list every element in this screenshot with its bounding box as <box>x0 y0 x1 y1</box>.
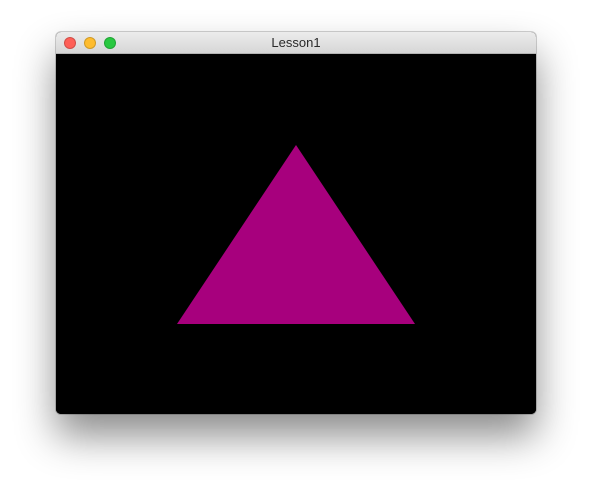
title-bar[interactable]: Lesson1 <box>56 32 536 54</box>
render-canvas[interactable] <box>56 54 536 414</box>
render-surface <box>56 54 536 414</box>
window-title: Lesson1 <box>271 35 321 50</box>
app-window: Lesson1 <box>56 32 536 414</box>
